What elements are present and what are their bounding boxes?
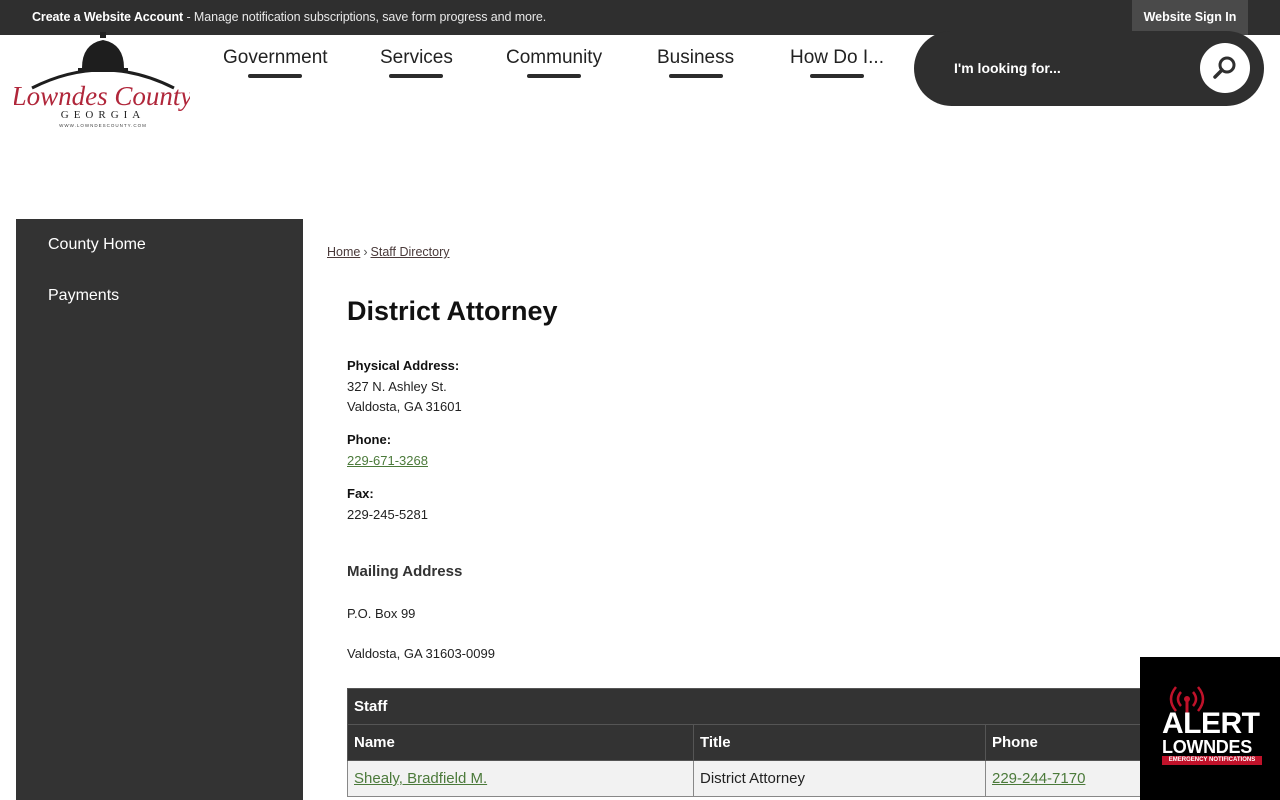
- sidebar-item-county-home[interactable]: County Home: [48, 236, 146, 254]
- alert-strip: EMERGENCY NOTIFICATIONS: [1162, 756, 1262, 765]
- notification-message: Create a Website Account - Manage notifi…: [32, 10, 546, 24]
- logo-county-text: Lowndes County: [14, 81, 190, 111]
- nav-underline: [809, 74, 864, 78]
- breadcrumb: Home › Staff Directory: [327, 245, 449, 259]
- staff-name-link[interactable]: Shealy, Bradfield M.: [354, 770, 487, 787]
- nav-label: How Do I...: [790, 47, 884, 68]
- phone-label: Phone:: [347, 432, 392, 447]
- nav-label: Services: [380, 47, 453, 68]
- alert-subtitle: LOWNDES: [1162, 737, 1252, 757]
- logo-url-text: WWW.LOWNDESCOUNTY.COM: [59, 123, 147, 128]
- mailing-address-line1: P.O. Box 99: [347, 606, 416, 621]
- nav-services[interactable]: Services: [380, 47, 453, 78]
- nav-business[interactable]: Business: [657, 47, 734, 78]
- nav-label: Business: [657, 47, 735, 68]
- nav-label: Government: [223, 47, 328, 68]
- nav-underline: [527, 74, 582, 78]
- mailing-address-heading: Mailing Address: [347, 563, 463, 580]
- staff-phone-link[interactable]: 229-244-7170: [992, 770, 1085, 787]
- nav-community[interactable]: Community: [506, 47, 602, 78]
- nav-underline: [389, 74, 444, 78]
- nav-government[interactable]: Government: [223, 47, 328, 78]
- sidebar-item-payments[interactable]: Payments: [48, 287, 119, 305]
- fax-value: 229-245-5281: [347, 507, 428, 522]
- nav-underline: [668, 74, 723, 78]
- column-header-title: Title: [693, 724, 986, 761]
- alert-lowndes-badge[interactable]: ALERT LOWNDES EMERGENCY NOTIFICATIONS: [1140, 657, 1280, 800]
- staff-name-cell: Shealy, Bradfield M.: [347, 760, 694, 797]
- county-logo[interactable]: Lowndes County GEORGIA WWW.LOWNDESCOUNTY…: [11, 30, 192, 130]
- logo-state-text: GEORGIA: [61, 109, 146, 121]
- physical-address-label: Physical Address:: [347, 358, 460, 373]
- staff-title-cell: District Attorney: [693, 760, 986, 797]
- fax-label: Fax:: [347, 486, 374, 501]
- column-header-name: Name: [347, 724, 694, 761]
- search-button[interactable]: [1200, 43, 1250, 93]
- staff-table-caption: Staff: [347, 688, 1167, 725]
- breadcrumb-staff-directory-link[interactable]: Staff Directory: [371, 245, 450, 259]
- breadcrumb-home-link[interactable]: Home: [327, 245, 360, 259]
- breadcrumb-separator: ›: [363, 245, 368, 259]
- phone-link[interactable]: 229-671-3268: [347, 453, 428, 468]
- notification-bar: Create a Website Account - Manage notifi…: [0, 0, 1280, 35]
- physical-address-line2: Valdosta, GA 31601: [347, 399, 462, 414]
- nav-how-do-i[interactable]: How Do I...: [790, 47, 884, 78]
- website-sign-in-button[interactable]: Website Sign In: [1132, 0, 1248, 35]
- sidebar: County Home Payments: [16, 219, 303, 800]
- create-account-link[interactable]: Create a Website Account: [32, 10, 183, 24]
- search-icon: [1213, 56, 1236, 79]
- courthouse-dome-icon: Lowndes County GEORGIA WWW.LOWNDESCOUNTY…: [11, 32, 192, 128]
- search-input[interactable]: [954, 56, 1104, 80]
- nav-label: Community: [506, 47, 603, 68]
- staff-table: Staff Name Title Phone Shealy, Bradfield…: [347, 688, 1167, 797]
- alert-title: ALERT: [1162, 707, 1260, 740]
- notification-text: - Manage notification subscriptions, sav…: [183, 10, 547, 24]
- mailing-address-line2: Valdosta, GA 31603-0099: [347, 646, 495, 661]
- site-search: [914, 31, 1264, 106]
- page-title: District Attorney: [347, 296, 558, 326]
- table-row: Shealy, Bradfield M. District Attorney 2…: [347, 760, 1167, 797]
- nav-underline: [248, 74, 303, 78]
- physical-address-line1: 327 N. Ashley St.: [347, 379, 447, 394]
